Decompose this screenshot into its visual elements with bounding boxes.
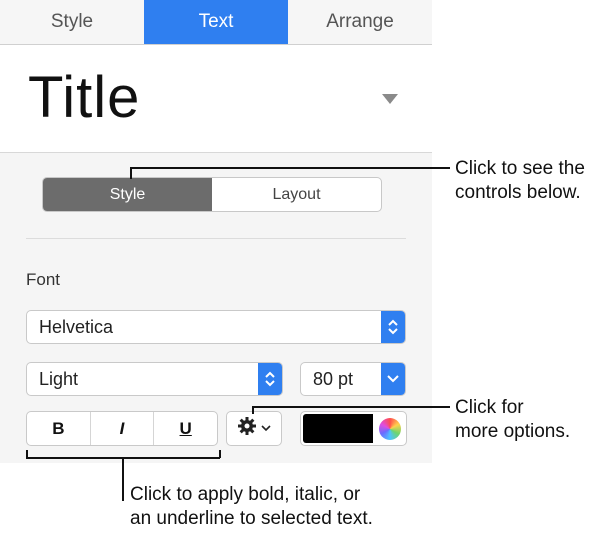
text-color-swatch[interactable] <box>303 414 373 443</box>
callout-line <box>219 450 221 458</box>
gear-icon <box>237 416 257 441</box>
callout-line <box>130 167 450 169</box>
font-size-field[interactable]: 80 pt <box>300 362 406 396</box>
tab-text[interactable]: Text <box>144 0 288 44</box>
font-section-label: Font <box>26 270 61 289</box>
font-family-value: Helvetica <box>39 316 114 337</box>
typeface-value: Light <box>39 368 79 389</box>
style-layout-segmented-control: Style Layout <box>42 177 382 212</box>
callout-line <box>122 457 124 501</box>
typeface-stepper-icon[interactable] <box>258 363 282 395</box>
tab-style[interactable]: Style <box>0 0 144 44</box>
font-size-value[interactable]: 80 pt <box>301 369 381 390</box>
paragraph-style-name[interactable]: Title <box>28 64 140 131</box>
callout-format: Click to apply bold, italic, or an under… <box>130 483 373 531</box>
callout-gear: Click for more options. <box>455 396 570 444</box>
text-color-well[interactable] <box>300 411 407 446</box>
callout-line <box>130 167 132 179</box>
more-options-button[interactable] <box>226 411 282 446</box>
callout-text: Click for <box>455 397 524 418</box>
callout-text: Click to see the <box>455 158 585 179</box>
callout-text: an underline to selected text. <box>130 508 373 529</box>
font-size-dropdown-icon[interactable] <box>381 363 405 395</box>
text-format-buttons: B I U <box>26 411 218 446</box>
callout-line <box>252 406 254 414</box>
font-family-select[interactable]: Helvetica <box>26 310 406 344</box>
divider <box>26 238 406 239</box>
italic-button[interactable]: I <box>91 412 155 445</box>
callout-text: more options. <box>455 421 571 442</box>
segment-layout[interactable]: Layout <box>212 178 381 211</box>
callout-segment: Click to see the controls below. <box>455 157 585 205</box>
chevron-down-icon <box>260 420 272 438</box>
callout-text: controls below. <box>455 182 581 203</box>
inspector-top: Style Text Arrange Title <box>0 0 432 152</box>
typeface-select[interactable]: Light <box>26 362 283 396</box>
bold-button[interactable]: B <box>27 412 91 445</box>
inspector-tabs: Style Text Arrange <box>0 0 432 45</box>
font-family-stepper-icon[interactable] <box>381 311 405 343</box>
callout-line <box>252 406 450 408</box>
segment-style[interactable]: Style <box>43 178 212 211</box>
tab-arrange[interactable]: Arrange <box>288 0 432 44</box>
callout-text: Click to apply bold, italic, or <box>130 484 361 505</box>
paragraph-style-dropdown-icon[interactable] <box>382 94 398 104</box>
underline-button[interactable]: U <box>154 412 217 445</box>
color-wheel-icon[interactable] <box>379 417 401 440</box>
